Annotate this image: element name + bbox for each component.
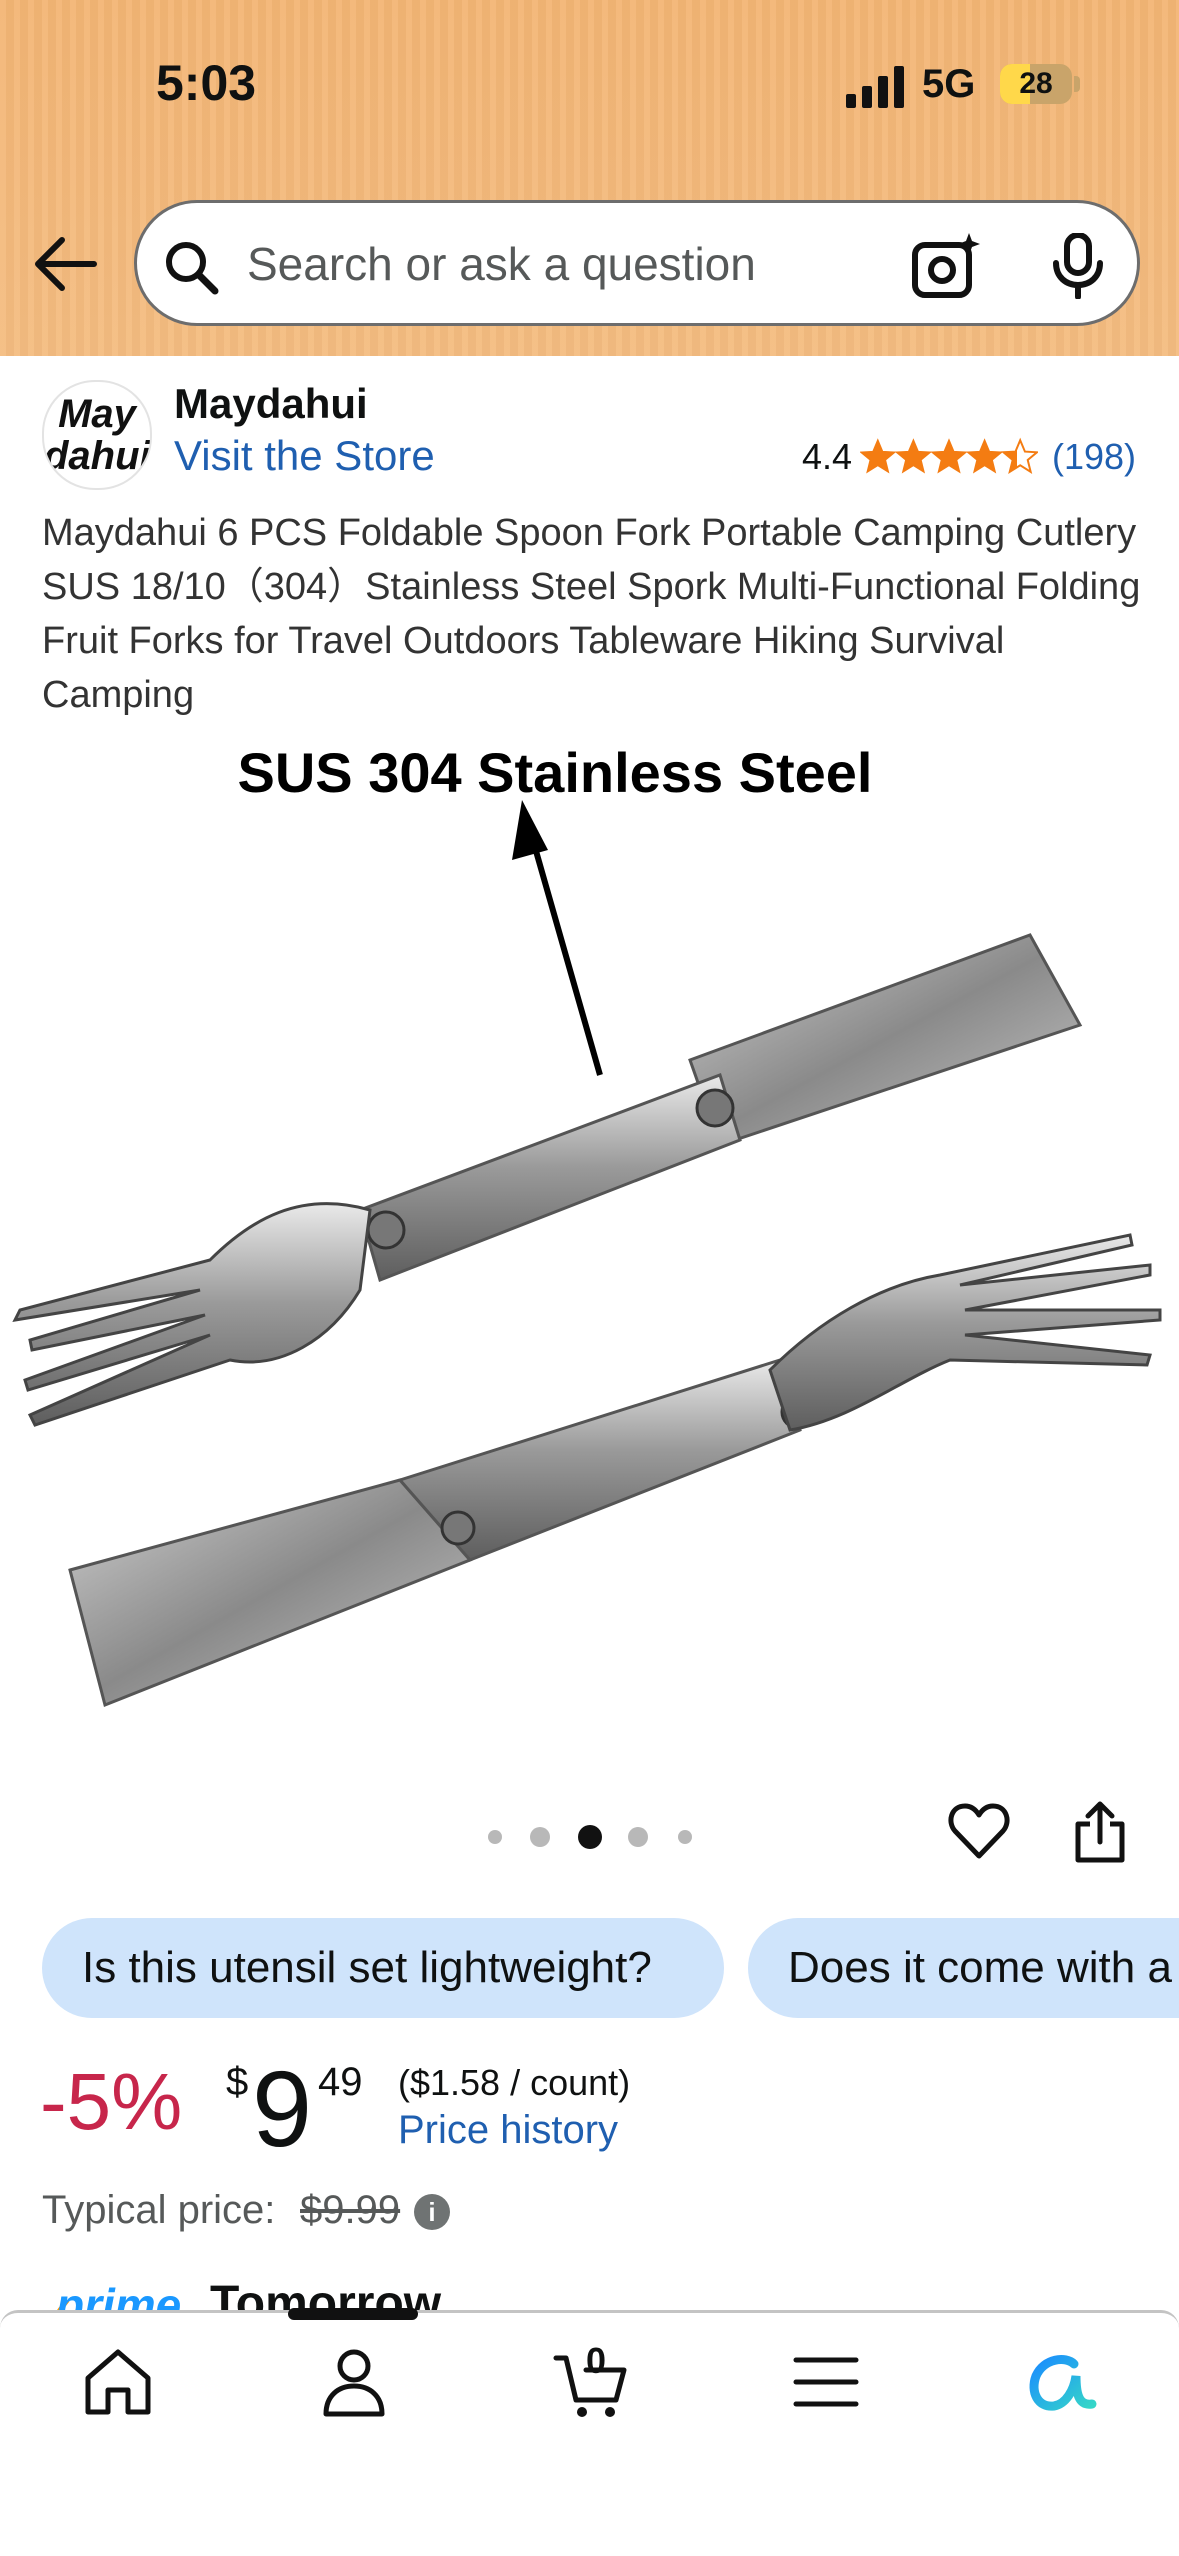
share-icon[interactable] — [1072, 1800, 1128, 1864]
unit-price: ($1.58 / count) — [398, 2062, 631, 2103]
carousel-dot — [628, 1827, 648, 1847]
search-input[interactable] — [247, 231, 927, 297]
camera-search-icon[interactable] — [911, 231, 981, 301]
brand-name: Maydahui — [174, 380, 368, 427]
question-chip[interactable]: Is this utensil set lightweight? — [42, 1918, 724, 2018]
menu-icon[interactable] — [788, 2344, 864, 2420]
home-indicator — [288, 2308, 418, 2320]
price-history-link[interactable]: Price history — [398, 2108, 618, 2153]
home-icon[interactable] — [80, 2344, 156, 2420]
rufus-icon[interactable] — [1022, 2344, 1098, 2420]
heart-icon[interactable] — [948, 1800, 1010, 1862]
price-fraction: 49 — [318, 2060, 363, 2104]
price-whole: 9 — [252, 2048, 313, 2169]
discount-percent: -5% — [40, 2057, 183, 2146]
battery-icon: 28 — [1000, 64, 1072, 104]
search-icon — [166, 242, 219, 295]
carousel-dot — [488, 1830, 502, 1844]
cart-count: 0 — [586, 2340, 607, 2381]
visit-store-link[interactable]: Visit the Store — [174, 432, 435, 480]
account-icon[interactable] — [316, 2344, 392, 2420]
typical-price-value: $9.99 — [300, 2188, 401, 2232]
carousel-dot-active — [578, 1825, 602, 1849]
status-time: 5:03 — [156, 55, 257, 111]
brand-logo[interactable]: May dahui — [42, 380, 152, 490]
network-type: 5G — [922, 62, 976, 106]
rating-value: 4.4 — [802, 436, 853, 477]
back-arrow-icon[interactable] — [34, 236, 98, 292]
product-title: Maydahui 6 PCS Foldable Spoon Fork Porta… — [42, 512, 1141, 716]
battery-level: 28 — [1019, 67, 1053, 100]
question-chip[interactable]: Does it come with a — [748, 1918, 1179, 2018]
price-currency: $ — [226, 2060, 249, 2104]
signal-icon — [846, 66, 904, 108]
product-image[interactable] — [0, 720, 1179, 1730]
info-icon[interactable]: i — [414, 2194, 450, 2230]
rating-count: (198) — [1052, 436, 1137, 477]
search-bar[interactable] — [134, 200, 1140, 326]
carousel-dot — [530, 1827, 550, 1847]
carousel-indicator[interactable] — [478, 1820, 718, 1850]
typical-price-label: Typical price: — [42, 2188, 276, 2232]
star-rating-icon — [860, 439, 1038, 473]
microphone-icon[interactable] — [1051, 233, 1105, 299]
carousel-dot — [678, 1830, 692, 1844]
